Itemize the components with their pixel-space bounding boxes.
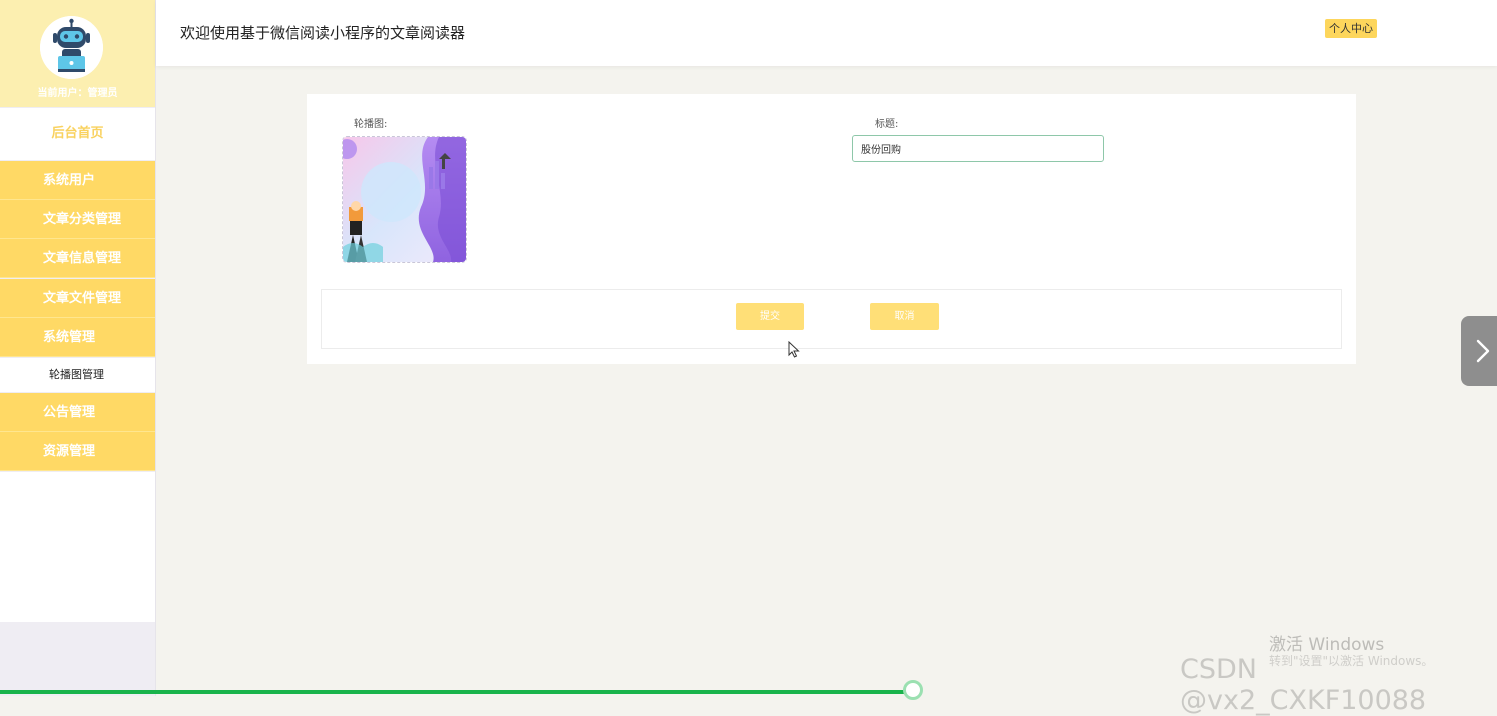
sidebar-header: 当前用户：管理员 xyxy=(0,0,155,107)
sidebar-item-announcements[interactable]: 公告管理 xyxy=(0,393,155,432)
sidebar: 当前用户：管理员 后台首页 系统用户 文章分类管理 文章信息管理 文章文件管理 … xyxy=(0,0,156,696)
submit-button[interactable]: 提交 xyxy=(736,303,804,330)
robot-icon xyxy=(40,16,103,79)
sidebar-item-article-category[interactable]: 文章分类管理 xyxy=(0,200,155,239)
sidebar-item-article-info[interactable]: 文章信息管理 xyxy=(0,239,155,278)
mouse-cursor-icon xyxy=(788,341,800,358)
video-progress-handle[interactable] xyxy=(903,680,923,700)
carousel-image-label: 轮播图: xyxy=(354,119,388,130)
csdn-watermark: CSDN @vx2_CXKF10088 xyxy=(1180,654,1427,716)
sidebar-item-resources[interactable]: 资源管理 xyxy=(0,432,155,471)
sidebar-item-system-users[interactable]: 系统用户 xyxy=(0,161,155,200)
sidebar-subitem-carousel[interactable]: 轮播图管理 xyxy=(0,358,155,392)
carousel-image-thumbnail xyxy=(343,137,466,262)
avatar xyxy=(40,16,103,79)
sidebar-item-article-files[interactable]: 文章文件管理 xyxy=(0,279,155,318)
current-user-label: 当前用户：管理员 xyxy=(37,88,118,99)
cancel-button[interactable]: 取消 xyxy=(870,303,939,330)
sidebar-blank xyxy=(0,472,155,622)
title-label: 标题: xyxy=(875,119,899,130)
sidebar-item-home[interactable]: 后台首页 xyxy=(0,108,155,160)
top-header: 欢迎使用基于微信阅读小程序的文章阅读器 个人中心 xyxy=(156,0,1497,66)
carousel-image-upload[interactable] xyxy=(342,136,467,263)
chevron-right-icon xyxy=(1476,339,1490,363)
profile-button[interactable]: 个人中心 xyxy=(1325,19,1377,38)
next-page-tab[interactable] xyxy=(1461,316,1497,386)
carousel-form-card: 轮播图: 标题: 股份回购 提交 取消 xyxy=(307,94,1356,364)
video-progress-fill xyxy=(0,690,913,694)
form-actions: 提交 取消 xyxy=(321,289,1342,349)
title-input[interactable] xyxy=(852,135,1104,162)
sidebar-item-system-management[interactable]: 系统管理 xyxy=(0,318,155,357)
page-title: 欢迎使用基于微信阅读小程序的文章阅读器 xyxy=(180,24,466,42)
